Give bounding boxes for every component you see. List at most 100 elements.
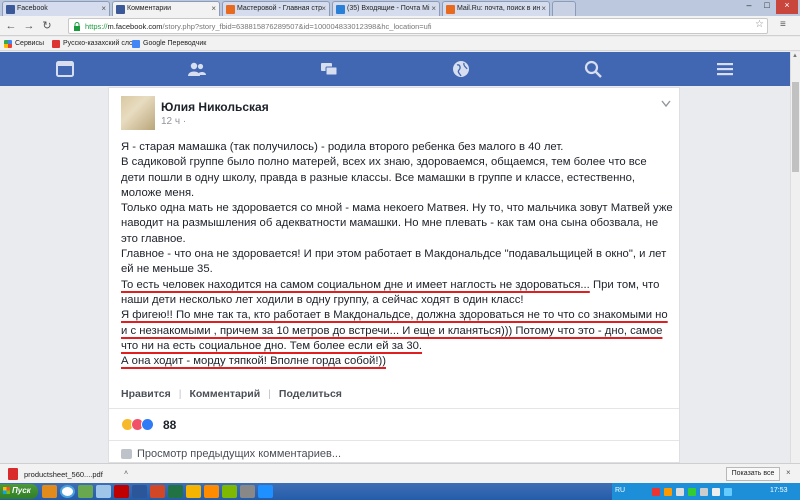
search-icon[interactable] <box>584 60 602 78</box>
tab-facebook[interactable]: Facebook × <box>2 1 110 16</box>
close-icon[interactable]: × <box>321 4 326 13</box>
browser-menu-icon[interactable]: ≡ <box>780 19 786 30</box>
facebook-nav-bar <box>0 52 790 86</box>
post-paragraph: Я фигею!! По мне так та, кто работает в … <box>121 308 673 354</box>
post-timestamp[interactable]: 12 ч · <box>161 116 186 127</box>
word-icon[interactable] <box>132 485 147 498</box>
like-reaction-icon <box>141 418 154 431</box>
post-text: Я - старая мамашка (так получилось) - ро… <box>121 140 673 369</box>
close-icon[interactable]: × <box>786 468 791 477</box>
view-previous-comments-link[interactable]: Просмотр предыдущих комментариев... <box>121 448 341 460</box>
maximize-icon[interactable]: □ <box>758 0 776 14</box>
explorer-icon[interactable] <box>42 485 57 498</box>
post-card: Юлия Никольская 12 ч · Я - старая мамашк… <box>108 87 680 463</box>
bookmarks-bar: Сервисы Русско-казахский слов Google Пер… <box>0 37 800 51</box>
page-scrollbar[interactable]: ▲ <box>790 52 800 463</box>
dictionary-icon <box>52 40 60 48</box>
clock[interactable]: 17:53 <box>770 487 788 494</box>
app-icon[interactable] <box>96 485 111 498</box>
back-icon[interactable]: ← <box>4 19 18 33</box>
facebook-icon <box>116 5 125 14</box>
scroll-thumb[interactable] <box>792 82 799 172</box>
tab-label: Facebook <box>17 5 48 12</box>
app-icon[interactable] <box>204 485 219 498</box>
friends-icon[interactable] <box>188 60 206 78</box>
mail-icon <box>336 5 345 14</box>
tray-app-icon[interactable] <box>676 488 684 496</box>
comment-button[interactable]: Комментарий <box>189 388 260 400</box>
tray-app-icon[interactable] <box>652 488 660 496</box>
forward-icon[interactable]: → <box>22 19 36 33</box>
tab-masterovoy[interactable]: Мастеровой - Главная стр × <box>222 1 330 16</box>
close-window-icon[interactable]: × <box>776 0 798 14</box>
powerpoint-icon[interactable] <box>150 485 165 498</box>
network-icon[interactable] <box>700 488 708 496</box>
app-icon[interactable] <box>186 485 201 498</box>
language-indicator[interactable]: RU <box>615 487 625 494</box>
tab-inbox[interactable]: (35) Входящие - Почта Mi × <box>332 1 440 16</box>
browser-toolbar: ← → ↻ https://m.facebook.com/story.php?s… <box>0 16 800 36</box>
app-icon[interactable] <box>222 485 237 498</box>
bookmark-star-icon[interactable]: ☆ <box>755 19 764 30</box>
news-feed-icon[interactable] <box>56 60 74 78</box>
acrobat-icon[interactable] <box>114 485 129 498</box>
pdf-file-icon <box>8 468 18 480</box>
post-paragraph: В садиковой группе было полно матерей, в… <box>121 156 647 199</box>
tab-label: Мастеровой - Главная стр <box>237 5 322 12</box>
browser-tab-strip: Facebook × Комментарии × Мастеровой - Гл… <box>0 0 800 16</box>
post-paragraph: Главное - что она не здоровается! И при … <box>121 248 667 276</box>
minimize-icon[interactable]: – <box>740 0 758 14</box>
bookmark-label: Google Переводчик <box>143 40 207 47</box>
bookmark-google-translate[interactable]: Google Переводчик <box>132 40 207 48</box>
close-icon[interactable]: × <box>541 4 546 13</box>
reload-icon[interactable]: ↻ <box>40 19 54 33</box>
start-button[interactable]: Пуск <box>0 484 38 499</box>
divider <box>109 440 679 441</box>
share-button[interactable]: Поделиться <box>279 388 342 400</box>
author-name[interactable]: Юлия Никольская <box>161 100 269 114</box>
url-path: /story.php?story_fbid=638815876289507&id… <box>162 22 432 31</box>
tab-label: Mail.Ru: почта, поиск в ин <box>457 5 541 12</box>
hamburger-menu-icon[interactable] <box>716 60 734 78</box>
bookmark-label: Сервисы <box>15 40 45 47</box>
app-icon[interactable] <box>240 485 255 498</box>
address-bar[interactable]: https://m.facebook.com/story.php?story_f… <box>68 18 768 34</box>
tray-app-icon[interactable] <box>724 488 732 496</box>
app-icon[interactable] <box>258 485 273 498</box>
volume-icon[interactable] <box>712 488 720 496</box>
chevron-down-icon[interactable] <box>661 100 671 108</box>
scroll-up-icon[interactable]: ▲ <box>792 53 798 59</box>
tab-comments[interactable]: Комментарии × <box>112 1 220 16</box>
close-icon[interactable]: × <box>101 4 106 13</box>
show-all-downloads-button[interactable]: Показать все <box>726 467 780 481</box>
windows-logo-icon <box>3 487 10 494</box>
url-host: m.facebook.com <box>107 22 163 31</box>
messages-icon[interactable] <box>320 60 338 78</box>
mail-icon <box>446 5 455 14</box>
chrome-icon[interactable] <box>60 485 75 498</box>
action-separator: | <box>268 388 271 400</box>
tab-mailru[interactable]: Mail.Ru: почта, поиск в ин × <box>442 1 550 16</box>
bookmark-services[interactable]: Сервисы <box>4 40 45 48</box>
like-button[interactable]: Нравится <box>121 388 171 400</box>
author-avatar[interactable] <box>121 96 155 130</box>
tray-app-icon[interactable] <box>664 488 672 496</box>
download-item[interactable]: productsheet_560....pdf ˄ <box>6 467 134 481</box>
tray-app-icon[interactable] <box>688 488 696 496</box>
underlined-text: То есть человек находится на самом социа… <box>121 278 590 291</box>
facebook-icon <box>6 5 15 14</box>
apps-icon <box>4 40 12 48</box>
downloads-bar: productsheet_560....pdf ˄ Показать все × <box>0 463 800 483</box>
tab-label: (35) Входящие - Почта Mi <box>347 5 430 12</box>
bookmark-dictionary[interactable]: Русско-казахский слов <box>52 40 137 48</box>
close-icon[interactable]: × <box>431 4 436 13</box>
new-tab-button[interactable] <box>552 1 576 16</box>
mail-icon <box>226 5 235 14</box>
app-icon[interactable] <box>78 485 93 498</box>
action-separator: | <box>178 388 182 400</box>
close-icon[interactable]: × <box>211 4 216 13</box>
post-paragraph: Только одна мать не здоровается со мной … <box>121 202 673 245</box>
globe-notifications-icon[interactable] <box>452 60 470 78</box>
excel-icon[interactable] <box>168 485 183 498</box>
chevron-up-icon[interactable]: ˄ <box>124 470 128 477</box>
